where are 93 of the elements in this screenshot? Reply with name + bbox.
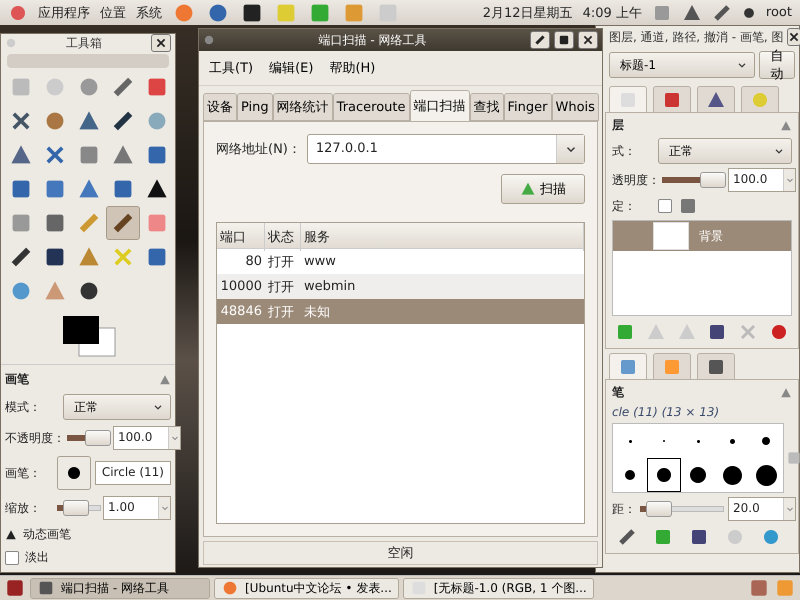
collapse-icon xyxy=(780,386,792,398)
brush-name-field[interactable]: Circle (11) xyxy=(94,461,171,485)
table-row[interactable]: 10000 打开 webmin xyxy=(217,274,584,299)
slider[interactable] xyxy=(67,430,111,446)
auto-button[interactable]: 自动 xyxy=(759,51,795,79)
checkbox-label: 淡出 xyxy=(25,549,49,566)
status-bar: 空闲 xyxy=(203,541,598,565)
menu-item[interactable]: 编辑(E) xyxy=(263,57,320,79)
field-label: 距： xyxy=(612,500,636,518)
expander-right-icon[interactable] xyxy=(5,528,17,540)
tab[interactable]: Whois xyxy=(552,93,599,121)
field-label: 模式： xyxy=(5,398,42,416)
tab[interactable]: Finger xyxy=(504,93,552,121)
window-title: 端口扫描 - 网络工具 xyxy=(318,32,428,48)
slider-thumb[interactable] xyxy=(700,172,726,188)
layer-name: 背景 xyxy=(699,228,723,244)
address-field[interactable]: 127.0.0.1 xyxy=(306,134,585,164)
field-label: 网络地址(N)： xyxy=(216,141,301,158)
field-label: 不透明度： xyxy=(5,430,65,446)
field-label: 式： xyxy=(612,142,637,160)
close-button[interactable] xyxy=(151,34,171,52)
panel-menu[interactable]: 位置 xyxy=(100,4,126,22)
close-icon xyxy=(155,37,167,49)
close-button[interactable] xyxy=(578,31,598,49)
close-icon xyxy=(788,31,800,43)
section-title: 笔 xyxy=(612,384,625,401)
field-label: 缩放： xyxy=(5,500,42,516)
checkbox[interactable] xyxy=(658,199,672,213)
panel-menu[interactable]: 应用程序 xyxy=(38,4,90,22)
slider-thumb[interactable] xyxy=(63,500,90,516)
tab[interactable]: Ping xyxy=(237,93,273,121)
dock-tab[interactable] xyxy=(653,86,691,112)
user-name[interactable]: root xyxy=(766,5,792,20)
brush-name: cle (11) (13 × 13) xyxy=(612,405,720,419)
mode-dropdown[interactable]: 正常 xyxy=(63,394,171,420)
panel-menu[interactable]: 系统 xyxy=(136,4,162,22)
panel-time[interactable]: 4:09 上午 xyxy=(582,4,642,22)
spin-field[interactable]: 1.00 xyxy=(103,496,171,520)
slider[interactable] xyxy=(662,172,726,188)
table-cell-text: 48846 xyxy=(220,304,263,319)
table-cell-text: 80 xyxy=(244,254,263,269)
dock-tab[interactable] xyxy=(697,86,735,112)
menu-item[interactable]: 工具(T) xyxy=(203,57,260,79)
tab[interactable]: 端口扫描 xyxy=(410,90,470,121)
image-dropdown[interactable]: 标题-1 xyxy=(609,52,755,78)
tab[interactable]: 设备 xyxy=(203,93,237,121)
panel-date[interactable]: 2月12日星期五 xyxy=(482,4,573,22)
dock-tab[interactable] xyxy=(609,353,647,379)
brush-swatch[interactable] xyxy=(647,458,681,492)
slider[interactable] xyxy=(57,500,101,516)
section-title: 层 xyxy=(612,117,625,134)
expander-label[interactable]: 动态画笔 xyxy=(23,526,71,543)
close-icon xyxy=(582,34,594,46)
slider[interactable] xyxy=(640,501,724,517)
window-title: 工具箱 xyxy=(65,34,103,52)
spin-field[interactable]: 100.0 xyxy=(728,168,796,192)
field-label: 定： xyxy=(612,198,637,214)
tab[interactable]: Traceroute xyxy=(332,93,410,121)
table-cell-text: 打开 xyxy=(267,254,295,270)
table-cell-text: www xyxy=(303,254,337,269)
tab[interactable]: 查找 xyxy=(470,93,504,121)
collapse-icon xyxy=(159,374,171,386)
section-title: 画笔 xyxy=(5,371,30,388)
taskbar-button[interactable]: 端口扫描 - 网络工具 xyxy=(30,578,210,598)
maximize-icon xyxy=(558,34,570,46)
dock-tab[interactable] xyxy=(697,353,735,379)
taskbar-button[interactable]: [无标题-1.0 (RGB, 1 个图... xyxy=(402,578,594,598)
table-cell-text: 打开 xyxy=(267,304,295,320)
slider-thumb[interactable] xyxy=(85,430,111,446)
scan-button[interactable]: 扫描 xyxy=(501,174,585,204)
brush-preview[interactable] xyxy=(56,456,91,490)
table-cell-text: webmin xyxy=(303,279,356,294)
table-cell-text: 打开 xyxy=(267,278,295,296)
close-button[interactable] xyxy=(787,28,800,46)
window-title: 图层, 通道, 路径, 撤消 - 画笔, 图 xyxy=(609,28,784,46)
circle-icon xyxy=(5,37,17,49)
table-cell-text: 10000 xyxy=(220,279,263,294)
collapse-icon xyxy=(780,120,792,132)
slider-thumb[interactable] xyxy=(646,501,672,517)
spin-field[interactable]: 20.0 xyxy=(728,497,796,521)
table-cell-text: 未知 xyxy=(303,304,331,320)
circle-icon xyxy=(203,34,215,46)
minimize-button[interactable] xyxy=(530,31,550,49)
maximize-button[interactable] xyxy=(554,31,574,49)
mode-dropdown[interactable]: 正常 xyxy=(658,138,792,164)
field-label: 画笔： xyxy=(5,464,42,482)
menu-item[interactable]: 帮助(H) xyxy=(323,57,382,79)
taskbar-button[interactable]: [Ubuntu中文论坛 • 发表... xyxy=(214,578,399,598)
field-label: 透明度： xyxy=(612,172,660,188)
color-swatches-icon xyxy=(61,314,117,358)
tab[interactable]: 网络统计 xyxy=(272,93,333,121)
checkbox[interactable] xyxy=(5,550,19,564)
spin-field[interactable]: 100.0 xyxy=(113,426,181,450)
